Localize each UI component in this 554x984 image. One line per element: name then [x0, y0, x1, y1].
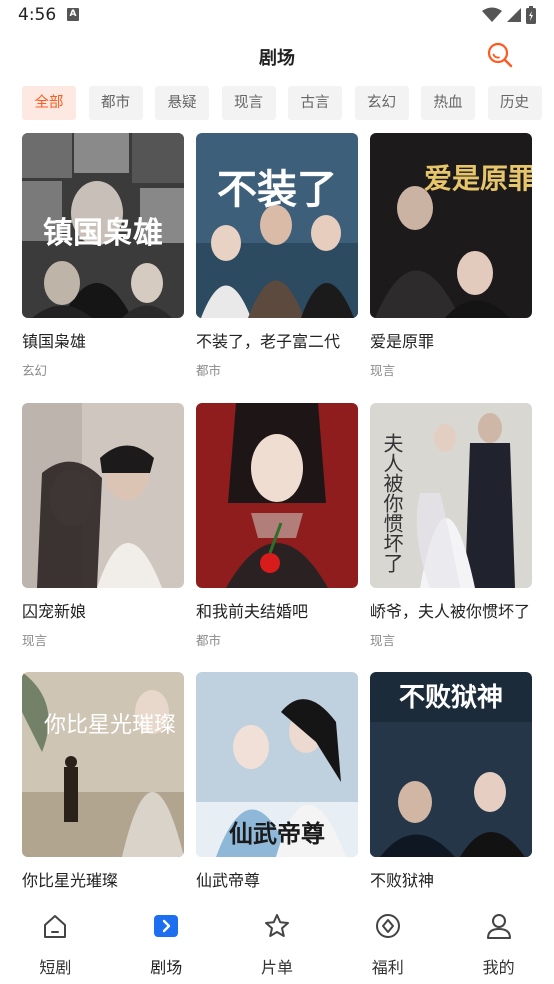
tab-ancient-romance[interactable]: 古言 — [288, 86, 342, 120]
nav-label: 剧场 — [150, 958, 183, 977]
status-bar: 4:56 A — [0, 0, 554, 30]
drama-card[interactable]: 你比星光璀璨 你比星光璀璨 — [22, 672, 184, 919]
drama-cover: 不败狱神 — [370, 672, 532, 857]
drama-genre-tag: 现言 — [370, 633, 396, 648]
battery-icon — [526, 6, 536, 24]
drama-title: 不败狱神 — [370, 871, 435, 890]
drama-card[interactable]: 和我前夫结婚吧 都市 — [196, 403, 358, 650]
drama-title: 爱是原罪 — [370, 332, 435, 351]
star-icon — [264, 914, 289, 937]
nav-playlist[interactable]: 片单 — [222, 896, 333, 984]
drama-cover: 镇国枭雄 — [22, 133, 184, 318]
tab-action[interactable]: 热血 — [421, 86, 475, 120]
drama-genre-tag: 都市 — [196, 633, 222, 648]
home-icon — [44, 915, 67, 938]
drama-cover: 仙武帝尊 — [196, 672, 358, 857]
cover-title-text: 爱是原罪 — [424, 162, 532, 195]
drama-genre-tag: 都市 — [196, 363, 222, 378]
nav-theater[interactable]: 剧场 — [111, 896, 222, 984]
nav-profile[interactable]: 我的 — [443, 896, 554, 984]
person-icon — [486, 914, 511, 939]
tab-all[interactable]: 全部 — [22, 86, 76, 120]
nav-label: 我的 — [482, 958, 515, 977]
notification-a-icon: A — [67, 8, 79, 21]
cover-title-text: 镇国枭雄 — [43, 216, 163, 251]
drama-title: 仙武帝尊 — [196, 871, 261, 890]
drama-title: 你比星光璀璨 — [22, 871, 119, 890]
nav-label: 短剧 — [39, 958, 72, 977]
nav-label: 片单 — [260, 958, 293, 977]
category-tabs: 全部 都市 悬疑 现言 古言 玄幻 热血 历史 — [22, 86, 554, 120]
tab-fantasy[interactable]: 玄幻 — [354, 86, 409, 120]
drama-card[interactable]: 仙武帝尊 仙武帝尊 — [196, 672, 358, 919]
cover-title-text: 仙武帝尊 — [229, 819, 325, 848]
tab-suspense[interactable]: 悬疑 — [155, 86, 209, 120]
drama-title: 峤爷，夫人被你惯坏了 — [370, 602, 531, 621]
drama-cover: 不装了 — [196, 133, 358, 318]
nav-label: 福利 — [371, 958, 404, 977]
drama-cover: 夫人被你惯坏了 — [370, 403, 532, 588]
wifi-icon — [482, 7, 502, 22]
nav-welfare[interactable]: 福利 — [332, 896, 443, 984]
drama-title: 和我前夫结婚吧 — [196, 602, 309, 621]
drama-card[interactable]: 镇国枭雄 镇国枭雄 玄幻 — [22, 133, 184, 380]
drama-card[interactable]: 夫人被你惯坏了 峤爷，夫人被你惯坏了 现言 — [370, 403, 532, 650]
drama-cover — [22, 403, 184, 588]
header: 剧场 — [0, 30, 554, 80]
cover-title-text: 你比星光璀璨 — [44, 713, 176, 738]
drama-card[interactable]: 囚宠新娘 现言 — [22, 403, 184, 650]
status-time: 4:56 — [18, 5, 57, 25]
tab-modern-romance[interactable]: 现言 — [221, 86, 276, 120]
drama-cover: 爱是原罪 — [370, 133, 532, 318]
drama-genre-tag: 现言 — [370, 363, 396, 378]
drama-title: 不装了，老子富二代 — [196, 332, 341, 351]
bottom-nav: 短剧 剧场 片单 福利 我的 — [0, 896, 554, 984]
drama-title: 囚宠新娘 — [22, 602, 87, 621]
search-icon — [487, 42, 513, 68]
drama-cover: 你比星光璀璨 — [22, 672, 184, 857]
drama-genre-tag: 玄幻 — [22, 363, 48, 378]
drama-card[interactable]: 不败狱神 不败狱神 — [370, 672, 532, 919]
signal-icon — [507, 8, 521, 22]
nav-short-drama[interactable]: 短剧 — [0, 896, 111, 984]
drama-card[interactable]: 爱是原罪 爱是原罪 现言 — [370, 133, 532, 380]
search-button[interactable] — [486, 41, 514, 69]
drama-genre-tag: 现言 — [22, 633, 48, 648]
drama-title: 镇国枭雄 — [22, 332, 87, 351]
cover-title-text: 夫人被你惯坏了 — [380, 433, 404, 573]
page-title: 剧场 — [259, 48, 295, 69]
tab-urban[interactable]: 都市 — [88, 86, 143, 120]
cover-title-text: 不装了 — [217, 167, 337, 213]
cover-title-text: 不败狱神 — [399, 683, 503, 713]
drama-card[interactable]: 不装了 不装了，老子富二代 都市 — [196, 133, 358, 380]
drama-cover — [196, 403, 358, 588]
theater-icon — [154, 915, 179, 937]
tab-history[interactable]: 历史 — [487, 86, 542, 120]
gift-diamond-icon — [375, 914, 400, 938]
